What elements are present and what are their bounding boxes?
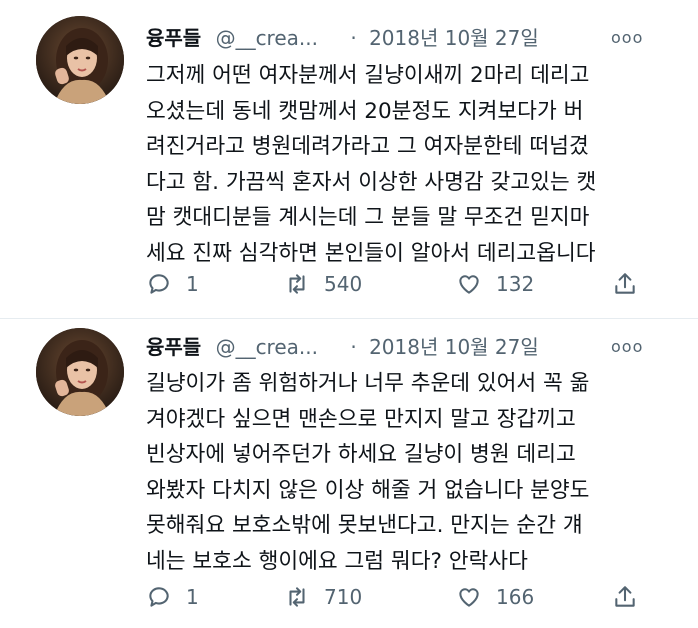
separator-dot: · (350, 26, 357, 50)
tweet-header: 융푸들 @__crea... · 2018년 10월 27일 ooo (146, 332, 686, 362)
share-button[interactable] (612, 581, 638, 613)
tweet-text: 길냥이가 좀 위험하거나 너무 추운데 있어서 꼭 옮 겨야겠다 싶으면 맨손으… (146, 366, 666, 579)
tweet-text-line: 오셨는데 동네 캣맘께서 20분정도 지켜보다가 버 (146, 98, 584, 124)
tweet[interactable]: 융푸들 @__crea... · 2018년 10월 27일 ooo 그저께 어… (0, 0, 698, 318)
author-handle[interactable]: @__crea... (216, 26, 318, 50)
share-icon (615, 586, 635, 607)
retweet-button[interactable]: 710 (284, 581, 362, 613)
tweet-text-line: 못해줘요 보호소밖에 못보낸다고. 만지는 순간 걔 (146, 513, 583, 538)
reply-count: 1 (186, 585, 199, 609)
tweet-text-line: 그저께 어떤 여자분께서 길냥이새끼 2마리 데리고 (146, 63, 590, 88)
reply-icon (149, 587, 169, 607)
retweet-count: 540 (324, 272, 363, 296)
tweet-header: 융푸들 @__crea... · 2018년 10월 27일 ooo (146, 23, 686, 53)
avatar-photo (36, 328, 124, 416)
avatar[interactable] (36, 16, 124, 104)
retweet-count: 710 (324, 585, 363, 609)
reply-icon (149, 274, 169, 294)
like-button[interactable]: 132 (456, 268, 534, 300)
retweet-icon (289, 274, 305, 294)
avatar[interactable] (36, 328, 124, 416)
heart-icon (459, 275, 479, 294)
tweet-date[interactable]: 2018년 10월 27일 (369, 335, 539, 359)
tweet-text-line: 네는 보호소 행이에요 그럼 뭐다? 안락사다 (146, 548, 528, 574)
tweet-actions: 1 540 132 (146, 268, 646, 300)
tweet-text-line: 다고 함. 가끔씩 혼자서 이상한 사명감 갖고있는 캣 (146, 169, 597, 195)
author-name[interactable]: 융푸들 (146, 335, 201, 359)
tweet-text-line: 와봤자 다치지 않은 이상 해줄 거 없습니다 분양도 (146, 477, 590, 503)
retweet-icon (289, 587, 305, 607)
tweet-actions: 1 710 166 (146, 581, 646, 613)
avatar-photo (36, 16, 124, 104)
author-name[interactable]: 융푸들 (146, 26, 201, 50)
author-handle[interactable]: @__crea... (216, 335, 318, 359)
reply-button[interactable]: 1 (146, 268, 199, 300)
share-icon (615, 273, 635, 294)
tweet-date[interactable]: 2018년 10월 27일 (369, 26, 539, 50)
tweet-text: 그저께 어떤 여자분께서 길냥이새끼 2마리 데리고 오셨는데 동네 캣맘께서 … (146, 58, 666, 271)
tweet-text-line: 빈상자에 넣어주던가 하세요 길냥이 병원 데리고 (146, 442, 576, 467)
like-button[interactable]: 166 (456, 581, 534, 613)
tweet-text-line: 겨야겠다 싶으면 맨손으로 만지지 말고 장갑끼고 (146, 406, 576, 432)
tweet-text-line: 맘 캣대디분들 계시는데 그 분들 말 무조건 믿지마 (146, 205, 590, 230)
like-count: 132 (496, 272, 535, 296)
heart-icon (459, 588, 479, 607)
share-button[interactable] (612, 268, 638, 300)
retweet-button[interactable]: 540 (284, 268, 362, 300)
tweet-text-line: 세요 진짜 심각하면 본인들이 알아서 데리고옵니다 (146, 240, 596, 266)
tweet[interactable]: 융푸들 @__crea... · 2018년 10월 27일 ooo 길냥이가 … (0, 319, 698, 628)
more-options-icon[interactable]: ooo (611, 23, 643, 53)
reply-button[interactable]: 1 (146, 581, 199, 613)
separator-dot: · (350, 335, 357, 359)
more-options-icon[interactable]: ooo (611, 332, 643, 362)
like-count: 166 (496, 585, 535, 609)
tweet-text-line: 길냥이가 좀 위험하거나 너무 추운데 있어서 꼭 옮 (146, 371, 590, 396)
reply-count: 1 (186, 272, 199, 296)
tweet-text-line: 려진거라고 병원데려가라고 그 여자분한테 떠넘겼 (146, 134, 589, 159)
